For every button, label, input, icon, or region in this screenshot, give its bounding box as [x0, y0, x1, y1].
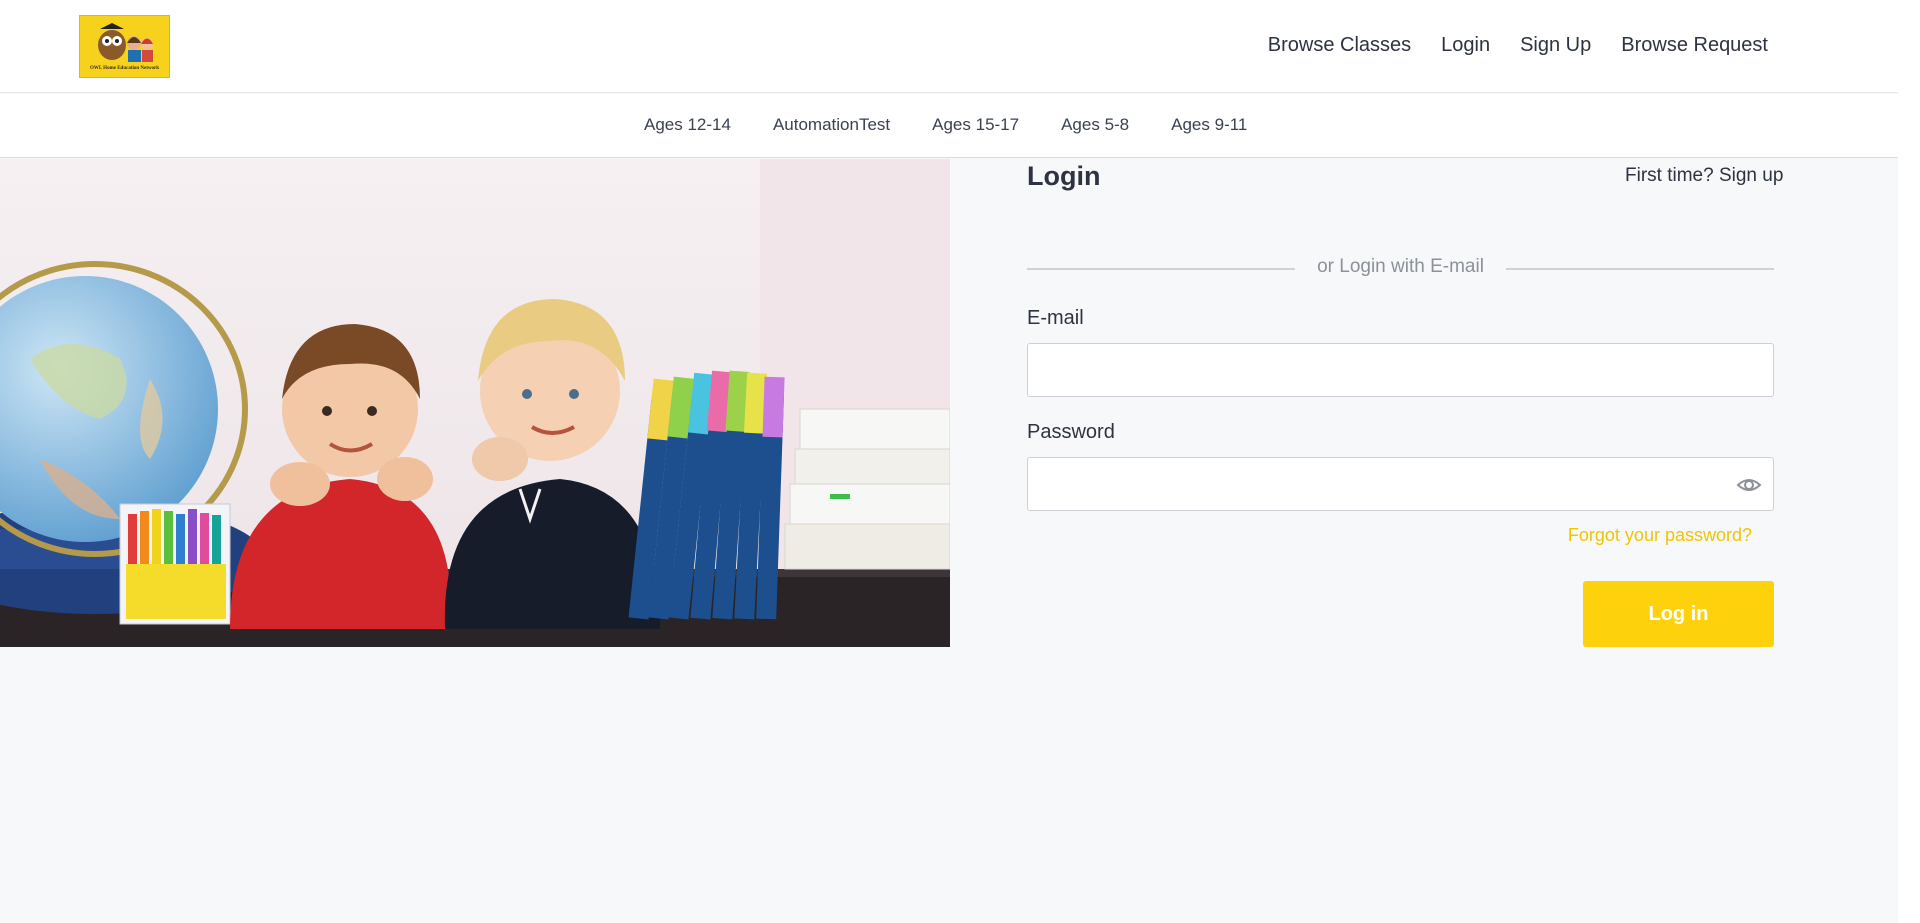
email-field[interactable]	[1027, 343, 1774, 397]
category-nav: Ages 12-14 AutomationTest Ages 15-17 Age…	[644, 115, 1247, 135]
kids-with-books-illustration	[0, 159, 950, 647]
nav-browse-classes[interactable]: Browse Classes	[1268, 34, 1411, 57]
signup-link[interactable]: First time? Sign up	[1625, 165, 1783, 187]
login-divider: or Login with E-mail	[1027, 256, 1774, 282]
site-logo[interactable]: OWL Home Education Network	[79, 15, 170, 78]
owl-mascot-logo-art	[90, 19, 160, 63]
divider-text: or Login with E-mail	[1317, 256, 1484, 277]
login-button[interactable]: Log in	[1583, 581, 1774, 647]
category-automationtest[interactable]: AutomationTest	[773, 115, 890, 135]
password-label: Password	[1027, 421, 1115, 443]
email-label: E-mail	[1027, 307, 1084, 329]
scrollbar-gutter	[1898, 0, 1920, 923]
top-header: OWL Home Education Network Browse Classe…	[0, 0, 1898, 93]
category-ages-15-17[interactable]: Ages 15-17	[932, 115, 1019, 135]
login-title: Login	[1027, 161, 1101, 191]
hero-image	[0, 159, 950, 647]
nav-sign-up[interactable]: Sign Up	[1520, 34, 1591, 57]
main-nav: Browse Classes Login Sign Up Browse Requ…	[1268, 34, 1768, 57]
divider-line-right	[1506, 268, 1774, 270]
logo-text: OWL Home Education Network	[89, 66, 160, 71]
forgot-password-link[interactable]: Forgot your password?	[1568, 525, 1752, 546]
category-ages-5-8[interactable]: Ages 5-8	[1061, 115, 1129, 135]
category-ages-9-11[interactable]: Ages 9-11	[1171, 115, 1247, 135]
nav-browse-request[interactable]: Browse Request	[1621, 34, 1768, 57]
category-bar: Ages 12-14 AutomationTest Ages 15-17 Age…	[0, 94, 1898, 158]
nav-login[interactable]: Login	[1441, 34, 1490, 57]
category-ages-12-14[interactable]: Ages 12-14	[644, 115, 731, 135]
page: OWL Home Education Network Browse Classe…	[0, 0, 1898, 923]
password-field[interactable]	[1027, 457, 1774, 511]
eye-icon[interactable]	[1736, 474, 1762, 496]
